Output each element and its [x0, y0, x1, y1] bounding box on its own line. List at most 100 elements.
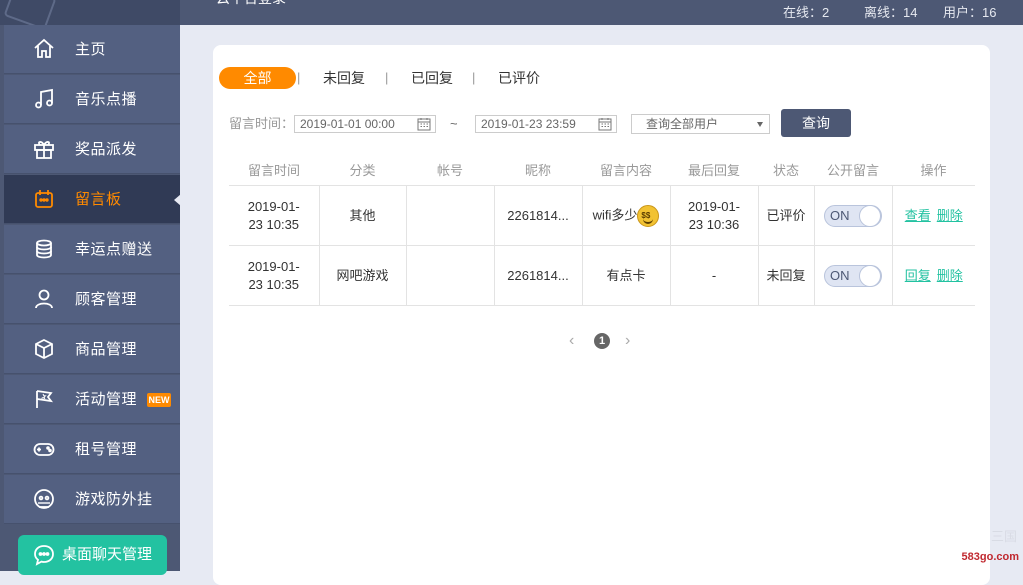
category-cell: 其他: [319, 185, 407, 246]
home-icon: [32, 37, 56, 61]
column-header: 操作: [892, 153, 975, 186]
sidebar-item-anti-cheat[interactable]: 游戏防外挂: [4, 475, 180, 524]
toggle-knob: [859, 204, 881, 227]
music-icon: [32, 87, 56, 111]
reply-line: 23 10:36: [688, 216, 740, 232]
end-date-value: 2019-01-23 23:59: [481, 117, 576, 131]
sidebar-item-label: 顾客管理: [75, 291, 138, 308]
nickname-cell: 2261814...: [494, 185, 583, 246]
sidebar-item-label: 留言板: [75, 191, 122, 208]
shield-icon: [32, 487, 56, 511]
sidebar-item-label: 奖品派发: [75, 141, 138, 158]
message-board-panel: 全部 | 未回复 | 已回复 | 已评价 留言时间： 2019-01-01 00…: [213, 45, 990, 585]
user-count: 用户：16: [943, 5, 997, 20]
sidebar-item-account-rental[interactable]: 租号管理: [4, 425, 180, 474]
user-icon: [32, 287, 56, 311]
column-header: 留言内容: [582, 153, 670, 186]
sidebar-item-home[interactable]: 主页: [4, 25, 180, 74]
sidebar-item-products[interactable]: 商品管理: [4, 325, 180, 374]
calendar-icon[interactable]: [598, 117, 612, 131]
sidebar-item-music[interactable]: 音乐点播: [4, 75, 180, 124]
sidebar-item-label: 音乐点播: [75, 91, 138, 108]
account-cell: [406, 245, 495, 306]
public-toggle[interactable]: ON: [824, 204, 882, 227]
new-badge: NEW: [147, 393, 171, 407]
table-row: 2019-01- 23 10:35 其他 2261814... wifi多少 2…: [229, 185, 975, 246]
user-filter-value: 查询全部用户: [646, 117, 719, 131]
column-header: 昵称: [494, 153, 582, 186]
reply-link[interactable]: 回复: [905, 268, 931, 283]
column-header: 帐号: [406, 153, 494, 186]
sidebar-item-label: 活动管理: [75, 391, 138, 408]
user-filter-select[interactable]: 查询全部用户: [631, 114, 770, 134]
sidebar-item-lucky-points[interactable]: 幸运点赠送: [4, 225, 180, 274]
sidebar-item-customers[interactable]: 顾客管理: [4, 275, 180, 324]
tab-replied[interactable]: 已回复: [411, 67, 453, 89]
message-board-icon: [32, 187, 56, 211]
sidebar-item-label: 游戏防外挂: [75, 491, 153, 508]
desktop-chat-button[interactable]: 桌面聊天管理: [18, 535, 167, 575]
message-time-cell: 2019-01- 23 10:35: [229, 185, 320, 246]
app-title: 云平台登录: [216, 0, 286, 8]
date-range-separator: ~: [450, 116, 458, 131]
box-icon: [32, 337, 56, 361]
sidebar-item-label: 幸运点赠送: [75, 241, 153, 258]
start-date-value: 2019-01-01 00:00: [300, 117, 395, 131]
tab-all[interactable]: 全部: [219, 67, 296, 89]
flag-icon: [32, 387, 56, 411]
status-cell: 已评价: [758, 185, 815, 246]
query-button[interactable]: 查询: [781, 109, 851, 137]
column-header: 留言时间: [229, 153, 319, 186]
top-bar: 云平台登录 在线：2 离线：14 用户：16: [180, 0, 1023, 25]
calendar-icon[interactable]: [417, 117, 431, 131]
gift-icon: [32, 137, 56, 161]
actions-cell: 回复 删除: [892, 245, 975, 306]
sidebar-item-label: 商品管理: [75, 341, 138, 358]
column-header: 公开留言: [814, 153, 892, 186]
sidebar-item-label: 租号管理: [75, 441, 138, 458]
sidebar-item-prizes[interactable]: 奖品派发: [4, 125, 180, 174]
next-page-button[interactable]: ›: [625, 331, 630, 351]
tab-separator: |: [472, 70, 476, 85]
public-toggle[interactable]: ON: [824, 264, 882, 287]
end-date-input[interactable]: 2019-01-23 23:59: [475, 115, 617, 133]
time-line: 23 10:35: [248, 216, 300, 232]
public-toggle-cell: ON: [814, 185, 893, 246]
active-indicator: [174, 194, 181, 206]
nickname-cell: 2261814...: [494, 245, 583, 306]
time-line: 23 10:35: [248, 276, 300, 292]
toggle-knob: [859, 264, 881, 287]
sidebar-item-message-board[interactable]: 留言板: [4, 175, 181, 224]
content-cell: wifi多少: [582, 185, 671, 246]
sidebar-item-activities[interactable]: 活动管理 NEW: [4, 375, 180, 424]
toggle-on-text: ON: [830, 207, 850, 223]
table-header-row: 留言时间 分类 帐号 昵称 留言内容 最后回复 状态 公开留言 操作: [229, 153, 975, 186]
prev-page-button[interactable]: ‹: [569, 331, 574, 351]
logo-area: [0, 0, 180, 31]
coins-icon: [32, 237, 56, 261]
content-text: wifi多少: [592, 206, 638, 222]
table-row: 2019-01- 23 10:35 网吧游戏 2261814... 有点卡 - …: [229, 245, 975, 306]
chevron-down-icon: [757, 122, 763, 127]
tab-unreplied[interactable]: 未回复: [323, 67, 365, 89]
content-cell: 有点卡: [582, 245, 671, 306]
column-header: 最后回复: [670, 153, 758, 186]
delete-link[interactable]: 删除: [937, 268, 963, 283]
offline-count: 离线：14: [864, 5, 918, 20]
reply-line: 2019-01-: [687, 198, 741, 214]
view-link[interactable]: 查看: [905, 208, 931, 223]
watermark-text: 三国: [990, 529, 1017, 544]
page-number-current[interactable]: 1: [594, 333, 610, 349]
messages-table: 留言时间 分类 帐号 昵称 留言内容 最后回复 状态 公开留言 操作 2019-…: [229, 153, 975, 306]
last-reply-cell: 2019-01- 23 10:36: [670, 185, 759, 246]
message-time-cell: 2019-01- 23 10:35: [229, 245, 320, 306]
delete-link[interactable]: 删除: [937, 208, 963, 223]
status-cell: 未回复: [758, 245, 815, 306]
start-date-input[interactable]: 2019-01-01 00:00: [294, 115, 436, 133]
last-reply-cell: -: [670, 245, 759, 306]
sidebar-item-label: 主页: [75, 41, 107, 58]
sidebar: 主页 音乐点播 奖品派发 留言板 幸运点赠送 顾客管理 商品管理 活动管理 NE…: [0, 0, 181, 575]
public-toggle-cell: ON: [814, 245, 893, 306]
money-face-emoji-icon: [637, 204, 660, 227]
tab-rated[interactable]: 已评价: [498, 67, 540, 89]
